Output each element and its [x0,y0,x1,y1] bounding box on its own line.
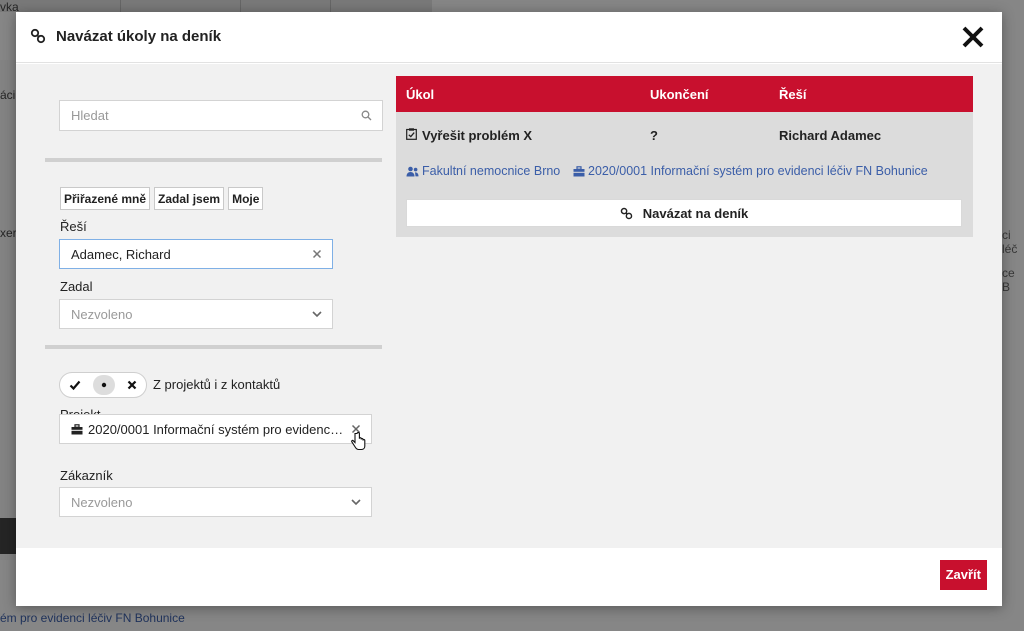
search-input[interactable] [60,101,340,130]
contacts-icon [406,166,419,177]
contact-name: Fakultní nemocnice Brno [422,164,561,178]
task-end: ? [650,128,658,143]
section-divider [45,345,382,349]
task-icon [406,128,417,140]
briefcase-icon [71,424,83,435]
customer-select[interactable]: Nezvoleno [59,487,372,517]
toggle-option-no[interactable] [121,375,143,395]
close-icon[interactable] [960,24,986,50]
filter-created-by-me-button[interactable]: Zadal jsem [154,187,225,210]
modal-footer: Zavřít [16,548,1002,606]
briefcase-icon [573,166,585,177]
hand-cursor-icon [351,432,366,451]
column-header-end: Ukončení [650,87,709,102]
assignee-value: Adamec, Richard [71,247,171,262]
customer-label: Zákazník [60,468,113,483]
chevron-down-icon [351,499,361,506]
creator-placeholder: Nezvoleno [71,307,133,322]
customer-placeholder: Nezvoleno [71,495,133,510]
filter-mine-button[interactable]: Moje [228,187,264,210]
chevron-down-icon [312,311,322,318]
project-field[interactable]: 2020/0001 Informační systém pro evidenci… [59,414,372,444]
dot-icon [101,382,107,388]
source-toggle-label: Z projektů i z kontaktů [153,377,281,392]
assignee-label: Řeší [60,219,87,234]
link-icon [620,207,633,220]
toggle-option-yes[interactable] [64,375,86,395]
modal-body: Přiřazené mně Zadal jsem Moje Řeší Adame… [16,64,1002,548]
source-tri-state-toggle[interactable] [59,372,147,398]
column-header-assignee: Řeší [779,87,807,102]
section-divider [45,158,382,162]
modal-header: Navázat úkoly na deník [16,12,1002,63]
link-tasks-modal: Navázat úkoly na deník Přiřazené mně Zad… [16,12,1002,606]
project-link[interactable]: 2020/0001 Informační systém pro evidenci… [573,164,928,178]
clear-icon[interactable] [312,249,322,259]
quick-filter-buttons: Přiřazené mně Zadal jsem Moje [60,187,264,210]
assignee-field[interactable]: Adamec, Richard [59,239,333,269]
search-icon [361,110,372,121]
toggle-option-both[interactable] [93,375,115,395]
link-icon [30,28,46,44]
project-value: 2020/0001 Informační systém pro evidenci… [88,422,344,437]
creator-select[interactable]: Nezvoleno [59,299,333,329]
task-name[interactable]: Vyřešit problém X [422,128,532,143]
tasks-table: Úkol Ukončení Řeší Vyřešit problém X ? R… [396,76,973,237]
filter-assigned-to-me-button[interactable]: Přiřazené mně [60,187,151,210]
check-icon [69,380,81,391]
search-field[interactable] [59,100,383,131]
task-assignee: Richard Adamec [779,128,882,143]
cross-icon [127,380,137,390]
table-header: Úkol Ukončení Řeší [396,76,973,112]
close-button[interactable]: Zavřít [939,560,987,590]
creator-label: Zadal [60,279,93,294]
link-to-diary-button[interactable]: Navázat na deník [406,199,962,227]
modal-title: Navázat úkoly na deník [56,28,222,45]
contact-link[interactable]: Fakultní nemocnice Brno [406,164,560,178]
column-header-task: Úkol [406,87,435,102]
project-name: 2020/0001 Informační systém pro evidenci… [588,164,928,178]
link-to-diary-label: Navázat na deník [642,206,749,221]
